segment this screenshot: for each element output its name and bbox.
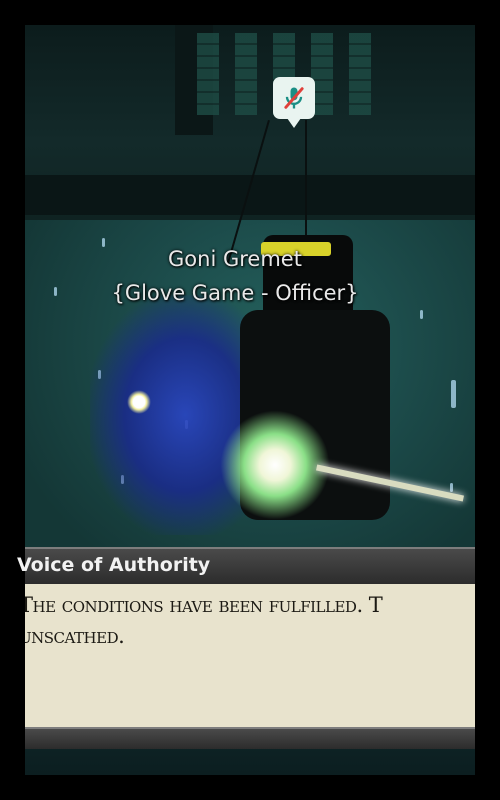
snowflake xyxy=(451,380,456,408)
dialogue-footer-bar xyxy=(25,727,475,749)
dialogue-text: The conditions have been fulfilled. T un… xyxy=(25,593,383,648)
window xyxy=(197,33,219,115)
background-wall xyxy=(25,25,475,220)
dialogue-body[interactable]: The conditions have been fulfilled. T un… xyxy=(25,584,475,727)
voice-chat-bubble[interactable] xyxy=(273,77,315,128)
snowflake xyxy=(420,310,423,319)
player-name: Goni Gremet xyxy=(168,247,302,271)
player-team: {Glove Game - Officer} xyxy=(111,281,359,305)
snowflake xyxy=(450,483,453,492)
speaker-name: Voice of Authority xyxy=(17,554,211,576)
muted-microphone-icon xyxy=(284,87,304,109)
window xyxy=(349,33,371,115)
dialogue-title-bar: Voice of Authority xyxy=(17,547,475,586)
dialogue-box[interactable]: Voice of Authority The conditions have b… xyxy=(17,547,475,752)
window xyxy=(235,33,257,115)
glowing-orb xyxy=(127,390,151,414)
glove-glow-effect xyxy=(220,410,330,520)
player-nametag: Goni Gremet {Glove Game - Officer} xyxy=(70,242,400,310)
snowflake xyxy=(54,287,57,296)
